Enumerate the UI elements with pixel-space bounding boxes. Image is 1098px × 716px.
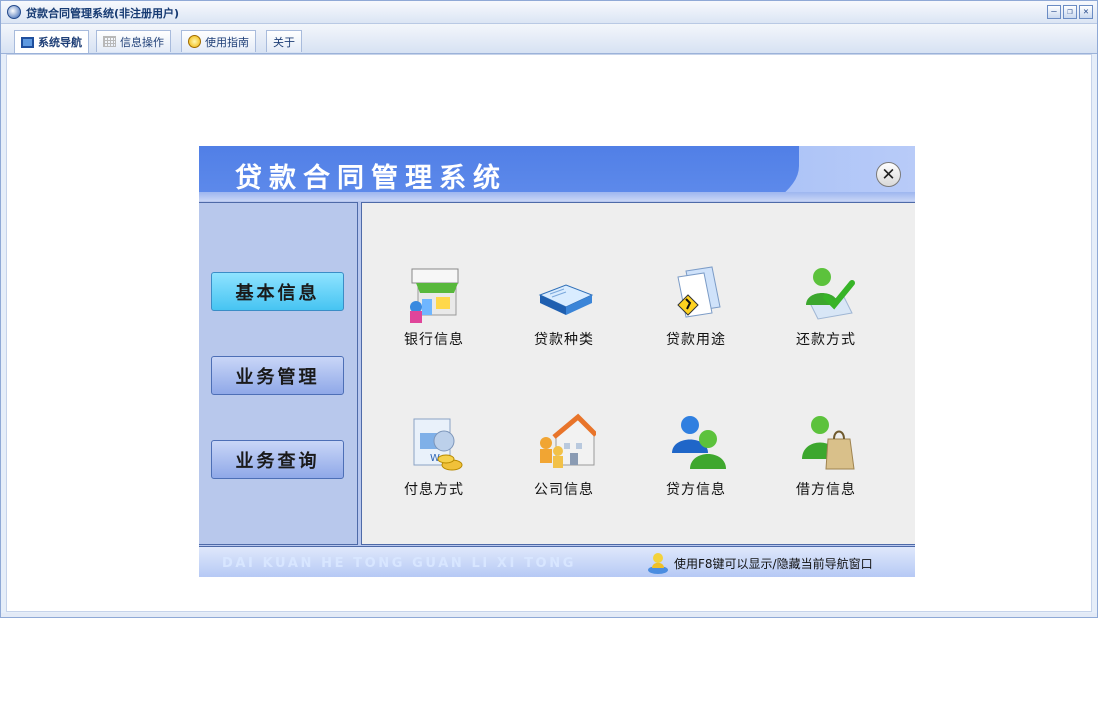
company-info-item[interactable]: 公司信息	[514, 411, 614, 521]
bank-info-item[interactable]: 银行信息	[384, 261, 484, 371]
tab-info-operation[interactable]: 信息操作	[96, 30, 171, 52]
tab-label: 使用指南	[205, 35, 249, 49]
status-strip	[1, 613, 1097, 617]
tab-bar: 系统导航 信息操作 使用指南 关于	[1, 24, 1097, 54]
tab-user-guide[interactable]: 使用指南	[181, 30, 256, 52]
loan-purpose-item[interactable]: 贷款用途	[646, 261, 746, 371]
folder-document-icon	[677, 266, 721, 318]
book-icon	[538, 284, 594, 315]
user-tip-icon	[648, 553, 668, 574]
sidebar-item-business-query[interactable]: 业务查询	[211, 440, 344, 479]
interest-payment-item[interactable]: W 付息方式	[384, 411, 484, 521]
loan-type-label: 贷款种类	[534, 332, 594, 348]
repayment-method-item[interactable]: 还款方式	[776, 261, 876, 371]
bank-info-label: 银行信息	[404, 332, 464, 348]
footer-tip: 使用F8键可以显示/隐藏当前导航窗口	[674, 557, 873, 571]
bank-store-icon	[410, 268, 459, 323]
title-bar: 贷款合同管理系统(非注册用户) – ❐ ✕	[1, 1, 1097, 24]
borrower-info-label: 借方信息	[796, 482, 856, 498]
restore-button[interactable]: ❐	[1063, 5, 1077, 19]
lender-info-item[interactable]: 贷方信息	[646, 411, 746, 521]
panel-title: 贷款合同管理系统	[235, 163, 507, 194]
footer-pinyin: DAI KUAN HE TONG GUAN LI XI TONG	[222, 556, 576, 571]
borrower-info-item[interactable]: 借方信息	[776, 411, 876, 521]
user-check-icon	[806, 268, 855, 320]
sidebar-item-business-management[interactable]: 业务管理	[211, 356, 344, 395]
window-controls: – ❐ ✕	[1047, 5, 1093, 19]
tab-label: 信息操作	[120, 35, 164, 49]
app-logo-icon	[7, 5, 21, 19]
tab-system-navigation[interactable]: 系统导航	[14, 30, 89, 53]
company-building-icon	[540, 413, 596, 468]
interest-payment-label: 付息方式	[404, 482, 464, 498]
monitor-icon	[21, 36, 34, 48]
loan-purpose-label: 贷款用途	[666, 332, 726, 348]
repayment-method-label: 还款方式	[796, 332, 856, 348]
content-area: 银行信息 贷款种类 贷款用途 还款方式 W 付息方式 公司信息 贷方信息 借方信…	[361, 202, 915, 545]
borrower-bag-icon	[802, 416, 855, 470]
close-panel-button[interactable]: ✕	[876, 162, 901, 187]
lender-users-icon	[672, 416, 726, 469]
sidebar-item-basic-info[interactable]: 基本信息	[211, 272, 344, 311]
sidebar: 基本信息 业务管理 业务查询	[199, 202, 358, 545]
loan-type-item[interactable]: 贷款种类	[514, 261, 614, 371]
minimize-button[interactable]: –	[1047, 5, 1061, 19]
lender-info-label: 贷方信息	[666, 482, 726, 498]
panel-header: 贷款合同管理系统 ✕	[199, 146, 915, 201]
panel-footer: DAI KUAN HE TONG GUAN LI XI TONG 使用F8键可以…	[199, 546, 915, 577]
grid-icon	[103, 36, 116, 47]
tab-label: 系统导航	[38, 36, 82, 49]
tab-label: 关于	[273, 35, 295, 49]
close-window-button[interactable]: ✕	[1079, 5, 1093, 19]
company-info-label: 公司信息	[534, 482, 594, 498]
navigation-panel: 贷款合同管理系统 ✕ 基本信息 业务管理 业务查询 银行信息 贷款种类 贷款用途…	[199, 146, 915, 577]
help-icon	[188, 35, 201, 48]
tab-about[interactable]: 关于	[266, 30, 302, 52]
money-document-icon: W	[413, 418, 463, 471]
window-title: 贷款合同管理系统(非注册用户)	[26, 7, 180, 20]
